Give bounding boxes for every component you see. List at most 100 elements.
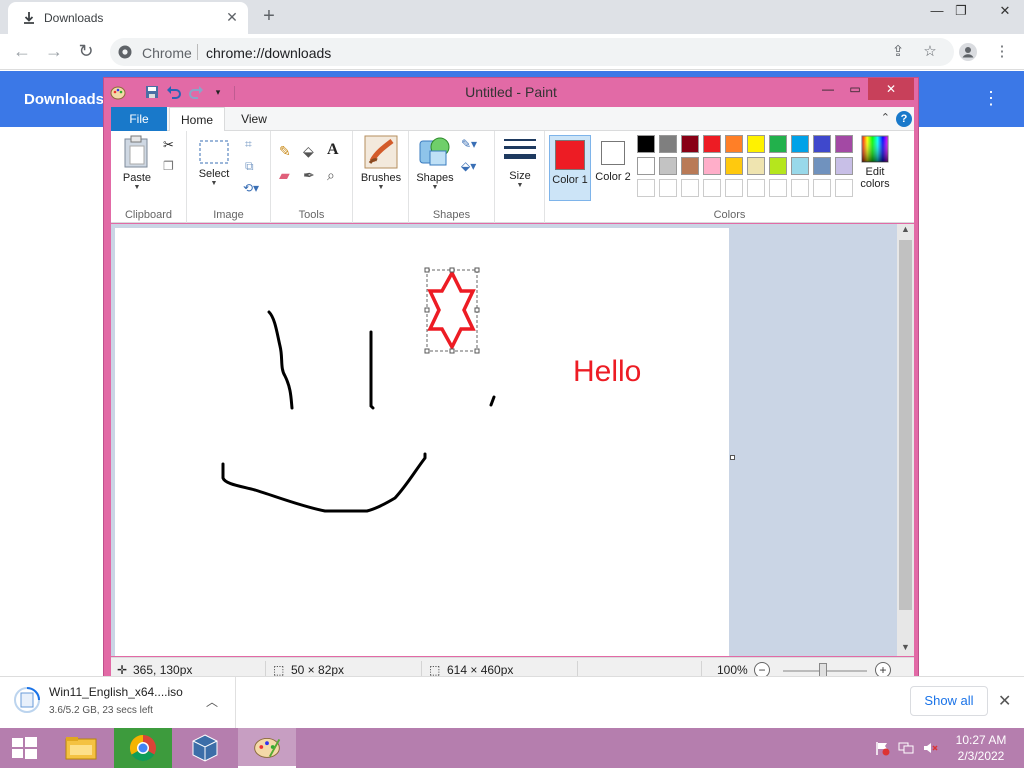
palette-swatch[interactable] xyxy=(769,157,787,175)
select-icon xyxy=(199,140,229,164)
volume-muted-icon[interactable] xyxy=(922,740,938,756)
reload-button[interactable]: ↻ xyxy=(74,40,98,64)
download-item[interactable]: Win11_English_x64....iso 3.6/5.2 GB, 23 … xyxy=(0,677,236,729)
tab-view[interactable]: View xyxy=(229,107,279,131)
tab-downloads[interactable]: Downloads ✕ xyxy=(8,2,248,34)
copy-icon[interactable]: ❐ xyxy=(163,159,179,175)
close-window-button[interactable]: ✕ xyxy=(990,0,1020,24)
palette-swatch[interactable] xyxy=(637,157,655,175)
shapes-button[interactable]: Shapes ▼ xyxy=(413,135,457,191)
group-shapes: Shapes ▼ ✎▾ ⬙▾ Shapes xyxy=(409,131,495,223)
eraser-icon[interactable]: ▰ xyxy=(279,167,295,183)
size-button[interactable]: Size ▼ xyxy=(499,135,541,189)
cut-icon[interactable]: ✂ xyxy=(163,137,179,153)
chevron-up-icon[interactable]: ︿ xyxy=(206,693,218,710)
drawing-canvas[interactable]: Hello xyxy=(115,228,729,656)
color2-button[interactable]: Color 2 xyxy=(593,135,633,201)
custom-color-slot[interactable] xyxy=(791,179,809,197)
ribbon-collapse-icon[interactable]: ⌃ xyxy=(881,111,890,124)
custom-color-slot[interactable] xyxy=(769,179,787,197)
color1-button[interactable]: Color 1 xyxy=(549,135,591,201)
custom-color-slot[interactable] xyxy=(813,179,831,197)
close-shelf-icon[interactable]: ✕ xyxy=(998,691,1011,711)
profile-avatar-icon[interactable] xyxy=(958,42,978,62)
help-icon[interactable]: ? xyxy=(896,111,912,127)
zoom-level: 100% xyxy=(717,663,748,677)
palette-swatch[interactable] xyxy=(791,157,809,175)
palette-swatch[interactable] xyxy=(769,135,787,153)
forward-button[interactable]: → xyxy=(42,40,66,64)
paint-maximize-button[interactable]: ▭ xyxy=(842,78,868,100)
custom-color-slot[interactable] xyxy=(659,179,677,197)
file-explorer-icon[interactable] xyxy=(52,728,110,768)
outline-icon[interactable]: ✎▾ xyxy=(461,137,491,153)
palette-swatch[interactable] xyxy=(703,135,721,153)
system-clock[interactable]: 10:27 AM 2/3/2022 xyxy=(950,732,1012,764)
network-icon[interactable] xyxy=(898,740,914,756)
bookmark-star-icon[interactable]: ☆ xyxy=(920,42,940,62)
palette-swatch[interactable] xyxy=(747,157,765,175)
address-bar[interactable]: Chrome chrome://downloads xyxy=(110,38,954,66)
paste-label: Paste xyxy=(122,172,152,184)
custom-color-slot[interactable] xyxy=(835,179,853,197)
restore-button[interactable]: ❐ xyxy=(946,0,976,24)
tab-file[interactable]: File xyxy=(111,107,167,131)
scroll-up-icon[interactable]: ▲ xyxy=(897,224,914,238)
scroll-down-icon[interactable]: ▼ xyxy=(897,642,914,656)
tab-home[interactable]: Home xyxy=(169,107,225,132)
paint-close-button[interactable]: ✕ xyxy=(868,78,914,100)
palette-swatch[interactable] xyxy=(703,157,721,175)
palette-swatch[interactable] xyxy=(835,157,853,175)
scroll-thumb[interactable] xyxy=(899,240,912,610)
palette-swatch[interactable] xyxy=(659,135,677,153)
pencil-icon[interactable]: ✎ xyxy=(279,143,295,159)
palette-swatch[interactable] xyxy=(813,157,831,175)
brushes-button[interactable]: Brushes ▼ xyxy=(357,135,405,191)
fill-icon[interactable]: ⬙ xyxy=(303,143,319,159)
palette-swatch[interactable] xyxy=(659,157,677,175)
cursor-position-icon: ✛ xyxy=(117,663,128,677)
custom-color-slot[interactable] xyxy=(681,179,699,197)
back-button[interactable]: ← xyxy=(10,40,34,64)
palette-swatch[interactable] xyxy=(791,135,809,153)
palette-swatch[interactable] xyxy=(835,135,853,153)
chrome-menu-icon[interactable]: ⋮ xyxy=(992,42,1012,62)
share-icon[interactable]: ⇪ xyxy=(888,42,908,62)
paint-taskbar-icon[interactable] xyxy=(238,728,296,768)
new-tab-button[interactable]: + xyxy=(258,6,280,28)
paste-button[interactable]: Paste ▼ xyxy=(115,135,159,191)
edit-colors-button[interactable]: Edit colors xyxy=(853,135,897,201)
tab-close-icon[interactable]: ✕ xyxy=(224,9,240,25)
virtualbox-icon[interactable] xyxy=(176,728,234,768)
palette-swatch[interactable] xyxy=(725,157,743,175)
crop-icon[interactable]: ⌗ xyxy=(245,137,261,153)
select-button[interactable]: Select ▼ xyxy=(193,139,235,187)
palette-swatch[interactable] xyxy=(747,135,765,153)
vertical-scrollbar[interactable]: ▲ ▼ xyxy=(897,224,914,656)
chrome-tab-strip: Downloads ✕ + — ❐ ✕ xyxy=(0,0,1024,34)
custom-color-slot[interactable] xyxy=(747,179,765,197)
show-all-button[interactable]: Show all xyxy=(910,686,988,716)
rotate-icon[interactable]: ⟲▾ xyxy=(243,181,259,197)
custom-color-slot[interactable] xyxy=(725,179,743,197)
downloads-menu-icon[interactable]: ⋮ xyxy=(982,89,1000,107)
resize-icon[interactable]: ⧉ xyxy=(245,159,261,175)
color-picker-icon[interactable]: ✒ xyxy=(303,167,319,183)
chrome-icon xyxy=(118,45,132,59)
paint-minimize-button[interactable]: — xyxy=(814,78,842,100)
shape-fill-icon[interactable]: ⬙▾ xyxy=(461,159,491,175)
palette-swatch[interactable] xyxy=(681,135,699,153)
action-center-flag-icon[interactable] xyxy=(874,740,890,756)
windows-start-icon[interactable] xyxy=(0,728,48,768)
custom-color-slot[interactable] xyxy=(703,179,721,197)
chrome-taskbar-icon[interactable] xyxy=(114,728,172,768)
magnifier-icon[interactable]: ⌕ xyxy=(327,167,343,183)
palette-swatch[interactable] xyxy=(725,135,743,153)
text-tool-icon[interactable]: A xyxy=(327,141,343,158)
palette-swatch[interactable] xyxy=(637,135,655,153)
canvas-resize-handle[interactable] xyxy=(730,455,735,460)
custom-color-slot[interactable] xyxy=(637,179,655,197)
palette-swatch[interactable] xyxy=(681,157,699,175)
palette-swatch[interactable] xyxy=(813,135,831,153)
canvas-area[interactable]: Hello xyxy=(111,224,897,656)
